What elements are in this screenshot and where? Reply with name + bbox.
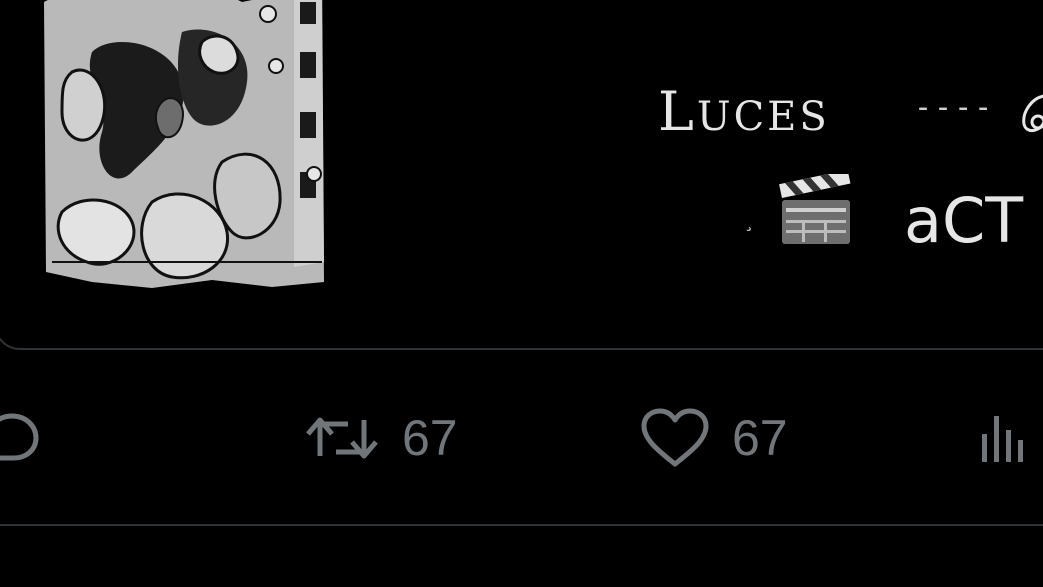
card-title-dashes: ---- bbox=[914, 90, 995, 125]
card-subtitle: aCT bbox=[904, 184, 1024, 257]
like-count: 67 bbox=[732, 410, 788, 466]
media-card[interactable]: LUCES ---- ¸ aCT bbox=[0, 0, 1043, 350]
tweet-action-bar: 67 67 bbox=[0, 390, 1043, 486]
card-title-initial: L bbox=[658, 80, 697, 143]
retweet-button[interactable]: 67 bbox=[304, 390, 458, 486]
title-ornament-icon bbox=[1014, 88, 1043, 138]
clapper-board-icon bbox=[778, 169, 854, 246]
views-chart-icon bbox=[978, 410, 1043, 466]
tweet-viewport: LUCES ---- ¸ aCT 67 67 bbox=[0, 0, 1043, 587]
reply-icon bbox=[0, 410, 42, 466]
album-art-image[interactable] bbox=[32, 0, 332, 292]
card-title-rest: UCES bbox=[696, 94, 830, 140]
card-title: LUCES bbox=[658, 80, 830, 143]
like-button[interactable]: 67 bbox=[640, 390, 788, 486]
reply-button[interactable] bbox=[0, 390, 42, 486]
tweet-divider bbox=[0, 524, 1043, 526]
heart-icon bbox=[640, 408, 710, 468]
subtitle-mark: ¸ bbox=[744, 208, 754, 232]
views-button[interactable] bbox=[978, 390, 1043, 486]
retweet-icon bbox=[304, 410, 380, 466]
retweet-count: 67 bbox=[402, 410, 458, 466]
